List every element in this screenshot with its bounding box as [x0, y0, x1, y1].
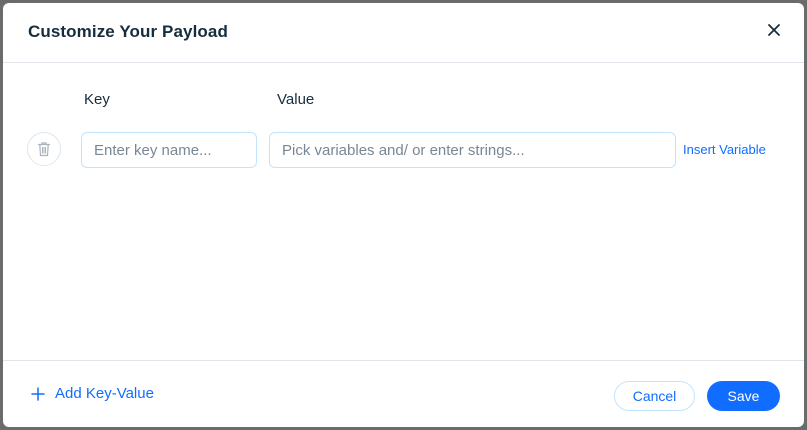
add-key-value-button[interactable]: Add Key-Value	[31, 385, 154, 402]
save-button[interactable]: Save	[707, 381, 780, 411]
close-icon	[768, 24, 780, 36]
dialog-header: Customize Your Payload	[3, 3, 804, 63]
plus-icon	[31, 386, 45, 401]
key-input[interactable]	[81, 132, 257, 168]
dialog-footer: Add Key-Value Cancel Save	[3, 360, 804, 427]
insert-variable-link[interactable]: Insert Variable	[683, 142, 766, 157]
key-column-label: Key	[84, 91, 110, 108]
cancel-button[interactable]: Cancel	[614, 381, 695, 411]
value-input[interactable]	[269, 132, 676, 168]
close-button[interactable]	[763, 19, 785, 41]
value-column-label: Value	[277, 91, 315, 108]
dialog-title: Customize Your Payload	[28, 22, 228, 41]
delete-row-button[interactable]	[27, 132, 61, 166]
customize-payload-dialog: Customize Your Payload Key Value Insert …	[3, 3, 804, 427]
add-key-value-label: Add Key-Value	[55, 385, 154, 402]
trash-icon	[37, 142, 51, 157]
